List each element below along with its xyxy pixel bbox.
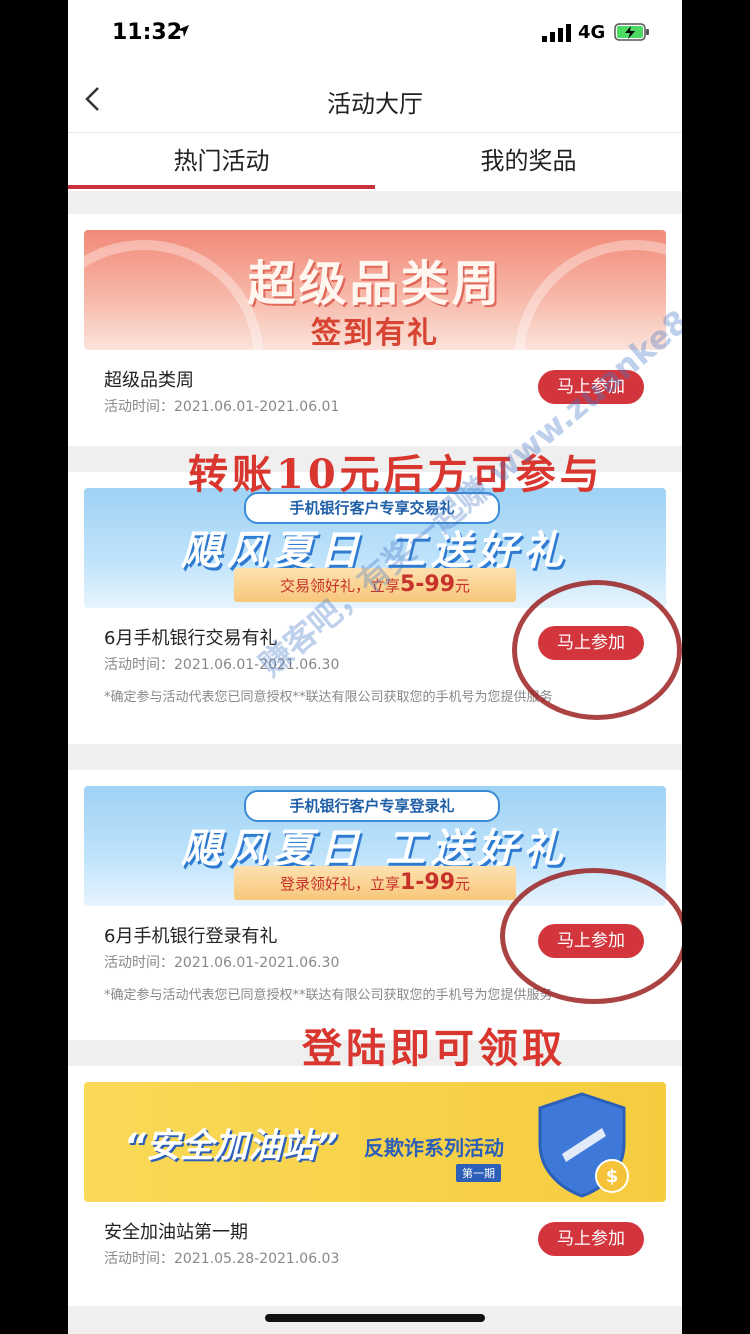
tab-hot-activities[interactable]: 热门活动 [68,133,375,191]
home-indicator [265,1314,485,1322]
join-button[interactable]: 马上参加 [538,1222,644,1256]
ribbon-text: 登录领好礼，立享 [279,875,400,893]
banner-ribbon: 登录领好礼，立享1-99元 [234,866,516,900]
activity-banner[interactable]: 超级品类周 签到有礼 [84,230,666,350]
ribbon-unit: 元 [455,875,471,893]
battery-charging-icon [614,23,649,41]
svg-text:$: $ [606,1166,619,1187]
status-bar: 11:32 4G [68,0,682,66]
banner-title: 超级品类周 [247,256,503,312]
banner-subtitle: 反欺诈系列活动 [364,1136,504,1160]
activity-card: “安全加油站” 反欺诈系列活动 第一期 $ 安全加油站第一期 活动时间：2021… [68,1066,682,1306]
tab-my-prizes[interactable]: 我的奖品 [375,133,682,191]
status-time: 11:32 [112,20,183,45]
activity-time: 活动时间：2021.06.01-2021.06.30 [104,955,340,971]
network-type: 4G [578,22,606,43]
consent-note: *确定参与活动代表您已同意授权**联达有限公司获取您的手机号为您提供服务 [104,988,553,1003]
banner-title: “安全加油站” [124,1126,338,1166]
activity-time: 活动时间：2021.06.01-2021.06.01 [104,399,340,415]
activity-banner[interactable]: “安全加油站” 反欺诈系列活动 第一期 $ [84,1082,666,1202]
nav-bar: 活动大厅 [68,66,682,133]
banner-subtitle: 签到有礼 [311,316,439,350]
signal-icon [542,24,571,42]
hand-drawn-circle [500,868,682,1004]
tab-bar: 热门活动 我的奖品 [68,133,682,191]
activity-title: 超级品类周 [104,370,194,391]
ribbon-amount: 1-99 [399,870,456,895]
activity-time: 活动时间：2021.05.28-2021.06.03 [104,1251,340,1267]
location-arrow-icon [177,25,189,37]
activity-title: 6月手机银行登录有礼 [104,926,278,947]
activity-title: 安全加油站第一期 [104,1222,248,1243]
hand-drawn-circle [512,580,682,720]
shield-icon: $ [538,1092,629,1198]
page-title: 活动大厅 [327,90,423,118]
phone-screen: 11:32 4G 活动大厅 热门活动 我的奖品 超级品类周 签到有礼 超级品类周… [68,0,682,1334]
consent-note: *确定参与活动代表您已同意授权**联达有限公司获取您的手机号为您提供服务 [104,690,553,705]
tab-active-indicator [68,185,375,189]
annotation-login-note: 登陆即可领取 [302,1025,566,1072]
banner-tag: 第一期 [456,1164,501,1182]
ribbon-amount: 5-99 [399,572,456,597]
ribbon-unit: 元 [455,577,471,595]
